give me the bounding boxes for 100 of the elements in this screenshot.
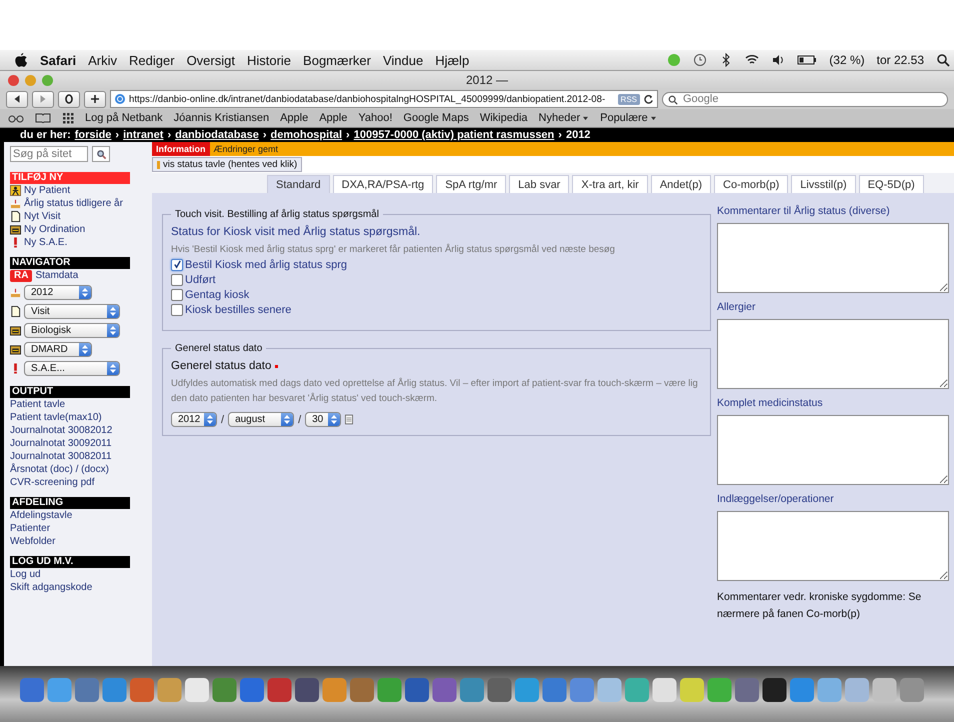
field-label: Indlæggelser/operationer (717, 493, 835, 507)
breadcrumb-current: 2012 (566, 129, 590, 141)
bookmark-link[interactable]: Populære (600, 112, 657, 124)
breadcrumb-link[interactable]: danbiodatabase (175, 129, 259, 141)
menu-item[interactable]: Oversigt (186, 52, 235, 68)
checkbox[interactable] (171, 304, 183, 316)
cake-icon (10, 287, 21, 298)
menu-item[interactable]: Historie (246, 52, 292, 68)
navigator-dropdown[interactable]: DMARD (24, 342, 92, 357)
navigator-dropdown[interactable]: 2012 (24, 285, 92, 300)
breadcrumb-link[interactable]: forside (74, 129, 112, 141)
search-icon[interactable] (936, 53, 950, 67)
checkbox-label[interactable]: Kiosk bestilles senere (185, 304, 292, 316)
sidebar-link[interactable]: Log ud (10, 568, 41, 580)
add-bookmark-button[interactable] (84, 90, 106, 108)
menu-item[interactable]: Safari (40, 52, 76, 68)
tab[interactable]: Lab svar (509, 175, 570, 193)
clock-text[interactable]: tor 22.53 (876, 53, 924, 67)
sidebar-link[interactable]: Patient tavle(max10) (10, 412, 102, 424)
sidebar-link[interactable]: Journalnotat 30082011 (10, 450, 112, 462)
search-field[interactable]: Google (662, 92, 948, 106)
tab[interactable]: DXA,RA/PSA-rtg (332, 175, 434, 193)
battery-icon[interactable] (797, 53, 818, 67)
bookmark-link[interactable]: Wikipedia (480, 112, 528, 124)
tab[interactable]: Andet(p) (650, 175, 712, 193)
sidebar-link[interactable]: Stamdata (35, 270, 78, 282)
menu-item[interactable]: Arkiv (88, 52, 118, 68)
volume-icon[interactable] (771, 53, 786, 67)
navigator-dropdown[interactable]: S.A.E... (24, 361, 120, 376)
bookmark-link[interactable]: Google Maps (403, 112, 469, 124)
status-board-button[interactable]: vis status tavle (hentes ved klik) (152, 157, 302, 172)
navigator-dropdown[interactable]: Visit (24, 304, 120, 319)
checkbox[interactable] (171, 274, 183, 286)
sidebar-link[interactable]: Årlig status tidligere år (24, 198, 123, 210)
tab[interactable]: SpA rtg/mr (436, 175, 506, 193)
bookmark-link[interactable]: Yahoo! (358, 112, 392, 124)
comment-textarea[interactable] (717, 415, 949, 485)
sidebar-link[interactable]: Patient tavle (10, 398, 66, 410)
comment-textarea[interactable] (717, 319, 949, 389)
fieldset-legend: Generel status dato (171, 343, 266, 354)
bookmark-link[interactable]: Nyheder (538, 112, 590, 124)
menu-item[interactable]: Hjælp (435, 52, 470, 68)
reload-icon[interactable] (643, 94, 654, 104)
menu-item[interactable]: Vindue (382, 52, 424, 68)
sidebar-link[interactable]: Ny S.A.E. (24, 236, 68, 248)
month-dropdown[interactable]: august (228, 412, 294, 427)
tab[interactable]: Standard (267, 175, 330, 193)
apple-logo-icon[interactable] (14, 52, 28, 68)
menu-item[interactable]: Bogmærker (303, 52, 371, 68)
bookmark-link[interactable]: Apple (319, 112, 348, 124)
bookmark-link[interactable]: Jóannis Kristiansen (174, 112, 270, 124)
tab[interactable]: Co-morb(p) (714, 175, 788, 193)
breadcrumb-label: du er her: (20, 129, 71, 141)
sidebar-link[interactable]: Årsnotat (doc) / (docx) (10, 464, 109, 476)
sidebar-link[interactable]: Ny Patient (24, 184, 70, 196)
site-search-field[interactable]: Søg på sitet (10, 146, 88, 162)
calendar-icon[interactable] (345, 414, 354, 425)
tab[interactable]: X-tra art, kir (572, 175, 648, 193)
breadcrumb-separator: › (558, 129, 562, 141)
comment-textarea[interactable] (717, 223, 949, 293)
reading-glasses-icon[interactable] (8, 113, 24, 123)
menu-item[interactable]: Rediger (129, 52, 175, 68)
sidebar-link[interactable]: Journalnotat 30082012 (10, 424, 112, 436)
bookmark-link[interactable]: Apple (280, 112, 308, 124)
checkbox-label[interactable]: Udført (185, 274, 216, 286)
sidebar-link[interactable]: Ny Ordination (24, 224, 86, 236)
extension-button[interactable] (58, 90, 80, 108)
checkbox-label[interactable]: Bestil Kiosk med årlig status sprg (185, 258, 348, 270)
grid-icon[interactable] (62, 112, 74, 124)
clock-icon[interactable] (693, 53, 708, 67)
sidebar-link[interactable]: Journalnotat 30092011 (10, 438, 112, 450)
sidebar-link[interactable]: Nyt Visit (24, 210, 60, 222)
breadcrumb-separator: › (115, 129, 120, 141)
sidebar-link[interactable]: Patienter (10, 522, 50, 534)
sidebar-link[interactable]: CVR-screening pdf (10, 476, 94, 488)
comment-textarea[interactable] (717, 511, 949, 581)
tab[interactable]: Livsstil(p) (791, 175, 856, 193)
note-text: Kommentarer vedr. kroniske sygdomme: Se nærmere på fanen Co-morb(p) (717, 590, 922, 622)
back-button[interactable] (6, 90, 28, 108)
tab[interactable]: EQ-5D(p) (858, 175, 924, 193)
sidebar-link[interactable]: Webfolder (10, 536, 56, 548)
checkbox[interactable] (171, 288, 183, 300)
checkbox[interactable] (171, 258, 183, 270)
sidebar-link[interactable]: Afdelingstavle (10, 510, 72, 522)
breadcrumb-link[interactable]: 100957-0000 (aktiv) patient rasmussen (354, 129, 554, 141)
search-button[interactable] (92, 146, 110, 162)
breadcrumb-link[interactable]: demohospital (270, 129, 342, 141)
sidebar-link[interactable]: Skift adgangskode (10, 582, 92, 594)
checkbox-label[interactable]: Gentag kiosk (185, 288, 250, 300)
breadcrumb-link[interactable]: intranet (123, 129, 164, 141)
bookmark-link[interactable]: Log på Netbank (85, 112, 163, 124)
section-heading: TILFØJ NY (10, 172, 130, 184)
close-button[interactable] (8, 74, 19, 86)
book-icon[interactable] (35, 113, 51, 123)
caret-icon (582, 116, 590, 121)
navigator-dropdown[interactable]: Biologisk (24, 323, 120, 338)
year-dropdown[interactable]: 2012 (171, 412, 217, 427)
stepper-arrows-icon (107, 362, 119, 375)
address-field[interactable]: https://danbio-online.dk/intranet/danbiodatabase/danbiohospitalngHOSPITAL_45009999/danbiopatient.2012-08- RSS (110, 90, 658, 108)
day-dropdown[interactable]: 30 (305, 412, 342, 427)
